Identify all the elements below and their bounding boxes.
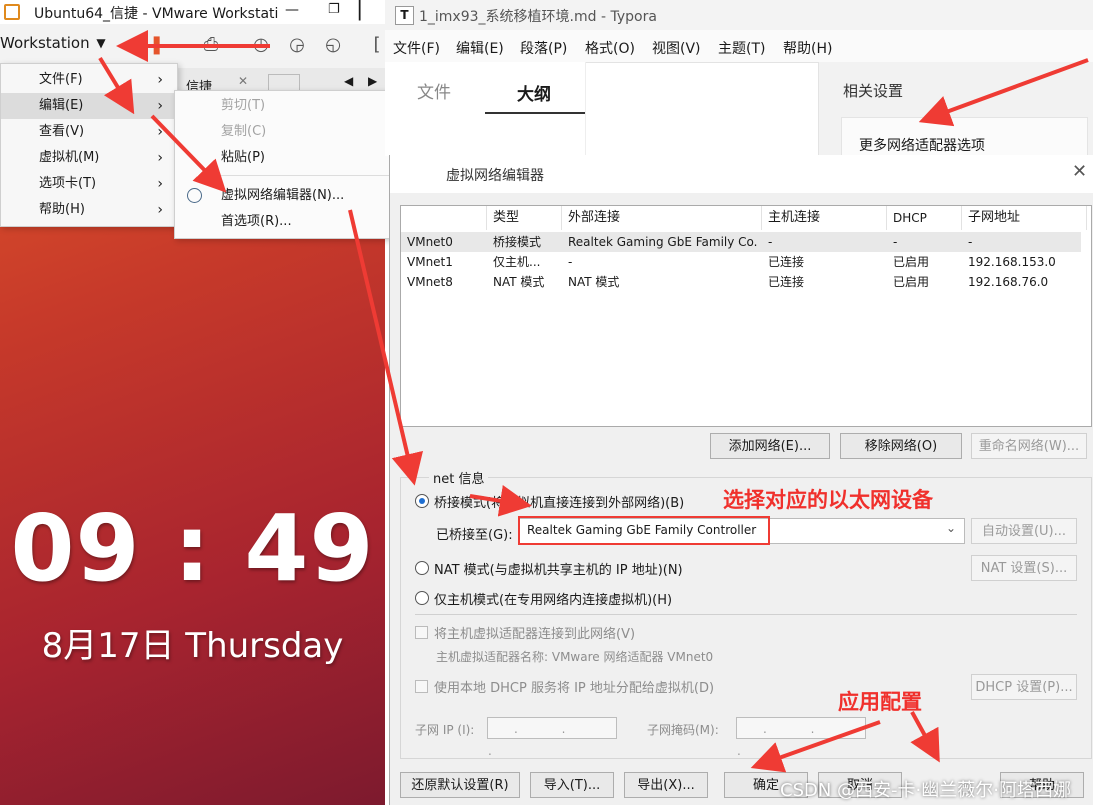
- arrow-to-edit: [98, 56, 135, 115]
- arrow-to-dialog: [348, 209, 424, 486]
- arrow-to-network-editor: [150, 114, 227, 193]
- annotation-arrows: [98, 30, 1089, 773]
- arrow-to-settings: [918, 58, 1089, 127]
- arrow-to-cancel: [910, 711, 940, 763]
- arrow-to-bridged-select: [469, 485, 532, 517]
- arrow-to-ok: [750, 720, 881, 773]
